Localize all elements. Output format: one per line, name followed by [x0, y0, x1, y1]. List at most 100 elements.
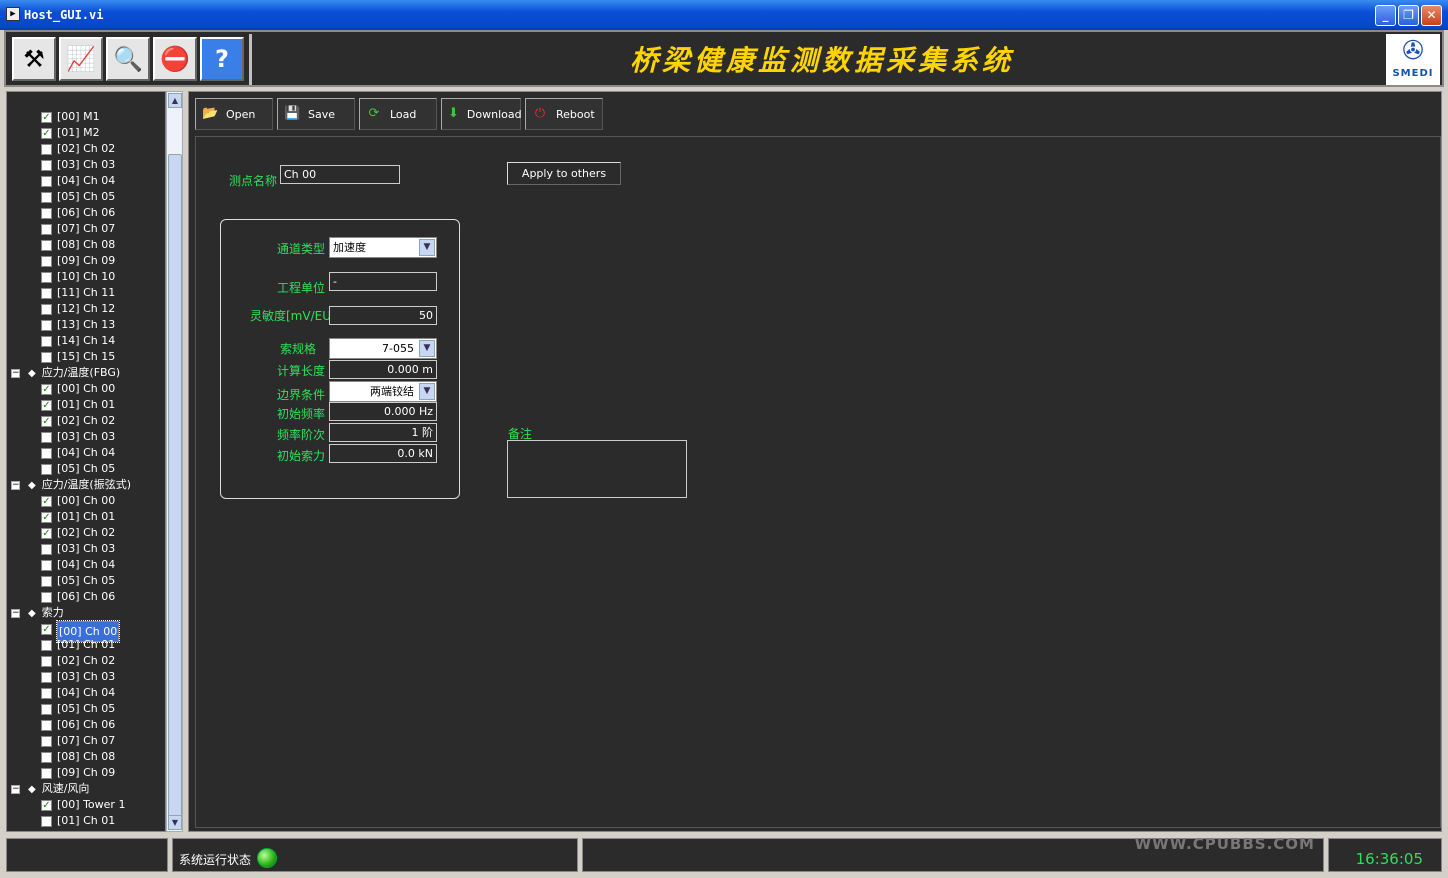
tree-item-checkbox[interactable] [41, 287, 52, 299]
tree-item[interactable]: [03] Ch 03 [41, 541, 115, 557]
tree-item[interactable]: [06] Ch 06 [41, 717, 115, 733]
tree-item[interactable]: ✓ [00] Tower 1 [41, 797, 125, 813]
tree-item[interactable]: [14] Ch 14 [41, 333, 115, 349]
tree-item[interactable]: ✓ [01] Ch 01 [41, 397, 115, 413]
tree-item-checkbox[interactable] [41, 703, 52, 715]
tree-group[interactable]: − ◆ 应力/温度(FBG) [11, 365, 120, 381]
tree-item[interactable]: ✓ [00] Ch 00 [41, 381, 115, 397]
download-button[interactable]: ⬇ Download [441, 98, 522, 130]
tree-item-checkbox[interactable] [41, 271, 52, 283]
tree-group[interactable]: − ◆ 索力 [11, 605, 64, 621]
tree-group[interactable]: − ◆ 风速/风向 [11, 781, 89, 797]
monitor-button[interactable]: 📈 [59, 37, 103, 81]
boundary-select[interactable]: 两端铰结 ▼ [329, 381, 437, 402]
sensitivity-input[interactable]: 50 [329, 306, 437, 325]
tree-item-checkbox[interactable] [41, 159, 52, 171]
tree-scrollbar[interactable]: ▲ ▼ [166, 91, 183, 832]
tree-item-checkbox[interactable] [41, 463, 52, 475]
scroll-up-icon[interactable]: ▲ [168, 93, 182, 108]
tree-item[interactable]: [09] Ch 09 [41, 253, 115, 269]
tree-item-checkbox[interactable]: ✓ [41, 399, 52, 411]
chevron-down-icon[interactable]: ▼ [419, 239, 435, 256]
tree-item[interactable]: [08] Ch 08 [41, 749, 115, 765]
tools-button[interactable]: ⚒ [12, 37, 56, 81]
tree-item[interactable]: [04] Ch 04 [41, 557, 115, 573]
tree-item[interactable]: [15] Ch 15 [41, 349, 115, 365]
tree-item[interactable]: [04] Ch 04 [41, 685, 115, 701]
tree-item-checkbox[interactable] [41, 319, 52, 331]
tree-item[interactable]: ✓ [00] Ch 00 [41, 620, 121, 643]
tree-item[interactable]: [02] Ch 02 [41, 141, 115, 157]
tree-item-checkbox[interactable] [41, 255, 52, 267]
chevron-down-icon[interactable]: ▼ [419, 383, 435, 400]
apply-to-others-button[interactable]: Apply to others [507, 162, 621, 185]
channel-tree[interactable]: ✓ [00] M1 ✓ [01] M2 [02] Ch 02 [03] Ch 03 [04]… [6, 91, 166, 832]
tree-item-checkbox[interactable]: ✓ [41, 623, 52, 635]
tree-item-checkbox[interactable] [41, 591, 52, 603]
tree-item-checkbox[interactable] [41, 335, 52, 347]
tree-item[interactable]: [01] Ch 01 [41, 637, 115, 653]
tree-group[interactable]: − ◆ 应力/温度(振弦式) [11, 477, 131, 493]
tree-item-checkbox[interactable]: ✓ [41, 415, 52, 427]
tree-item[interactable]: [04] Ch 04 [41, 173, 115, 189]
close-button[interactable]: ✕ [1421, 5, 1442, 26]
tree-item-checkbox[interactable] [41, 191, 52, 203]
tree-item[interactable]: ✓ [00] M1 [41, 109, 100, 125]
tree-item[interactable]: [13] Ch 13 [41, 317, 115, 333]
tree-item[interactable]: [10] Ch 10 [41, 269, 115, 285]
tree-item[interactable]: [07] Ch 07 [41, 221, 115, 237]
tree-item-checkbox[interactable] [41, 239, 52, 251]
tree-item[interactable]: [05] Ch 05 [41, 461, 115, 477]
minimize-button[interactable]: _ [1375, 5, 1396, 26]
tree-item[interactable]: [01] Ch 01 [41, 813, 115, 829]
tree-item-checkbox[interactable] [41, 303, 52, 315]
tree-item-checkbox[interactable] [41, 559, 52, 571]
tree-item-checkbox[interactable]: ✓ [41, 799, 52, 811]
channel-type-select[interactable]: 加速度 ▼ [329, 237, 437, 258]
open-button[interactable]: 📂 Open [195, 98, 273, 130]
tree-item-checkbox[interactable] [41, 671, 52, 683]
tree-item[interactable]: ✓ [00] Ch 00 [41, 493, 115, 509]
collapse-icon[interactable]: − [11, 480, 20, 490]
tree-item[interactable]: [09] Ch 09 [41, 765, 115, 781]
tree-item[interactable]: [05] Ch 05 [41, 189, 115, 205]
search-button[interactable]: 🔍 [106, 37, 150, 81]
tree-item[interactable]: [03] Ch 03 [41, 669, 115, 685]
reboot-button[interactable]: ⏻ Reboot [525, 98, 603, 130]
unit-input[interactable]: - [329, 272, 437, 291]
tree-item-checkbox[interactable] [41, 543, 52, 555]
scroll-down-icon[interactable]: ▼ [168, 815, 182, 830]
tree-item-checkbox[interactable] [41, 143, 52, 155]
collapse-icon[interactable]: − [11, 368, 20, 378]
tree-item-checkbox[interactable] [41, 351, 52, 363]
tree-item-checkbox[interactable]: ✓ [41, 127, 52, 139]
tree-item[interactable]: [06] Ch 06 [41, 205, 115, 221]
tree-item[interactable]: ✓ [02] Ch 02 [41, 525, 115, 541]
tree-item[interactable]: [11] Ch 11 [41, 285, 115, 301]
tree-item[interactable]: [07] Ch 07 [41, 733, 115, 749]
maximize-button[interactable]: ❐ [1398, 5, 1419, 26]
tree-item-checkbox[interactable] [41, 719, 52, 731]
tree-item-checkbox[interactable]: ✓ [41, 527, 52, 539]
tree-item[interactable]: [03] Ch 03 [41, 429, 115, 445]
tree-item-checkbox[interactable] [41, 575, 52, 587]
init-force-input[interactable]: 0.0 kN [329, 444, 437, 463]
tree-item[interactable]: [03] Ch 03 [41, 157, 115, 173]
init-freq-input[interactable]: 0.000 Hz [329, 402, 437, 421]
note-textarea[interactable] [507, 440, 687, 498]
help-button[interactable]: ? [200, 37, 244, 81]
collapse-icon[interactable]: − [11, 784, 20, 794]
chevron-down-icon[interactable]: ▼ [419, 340, 435, 357]
tree-item-checkbox[interactable] [41, 207, 52, 219]
tree-item-checkbox[interactable] [41, 175, 52, 187]
tree-item[interactable]: ✓ [01] Ch 01 [41, 509, 115, 525]
tree-item-checkbox[interactable]: ✓ [41, 383, 52, 395]
tree-item[interactable]: [05] Ch 05 [41, 701, 115, 717]
tree-item[interactable]: [05] Ch 05 [41, 573, 115, 589]
tree-item[interactable]: [08] Ch 08 [41, 237, 115, 253]
tree-item[interactable]: ✓ [01] M2 [41, 125, 100, 141]
load-button[interactable]: ⟳ Load [359, 98, 437, 130]
tree-item-checkbox[interactable] [41, 639, 52, 651]
tree-item-checkbox[interactable] [41, 447, 52, 459]
point-name-input[interactable]: Ch 00 [280, 165, 400, 184]
